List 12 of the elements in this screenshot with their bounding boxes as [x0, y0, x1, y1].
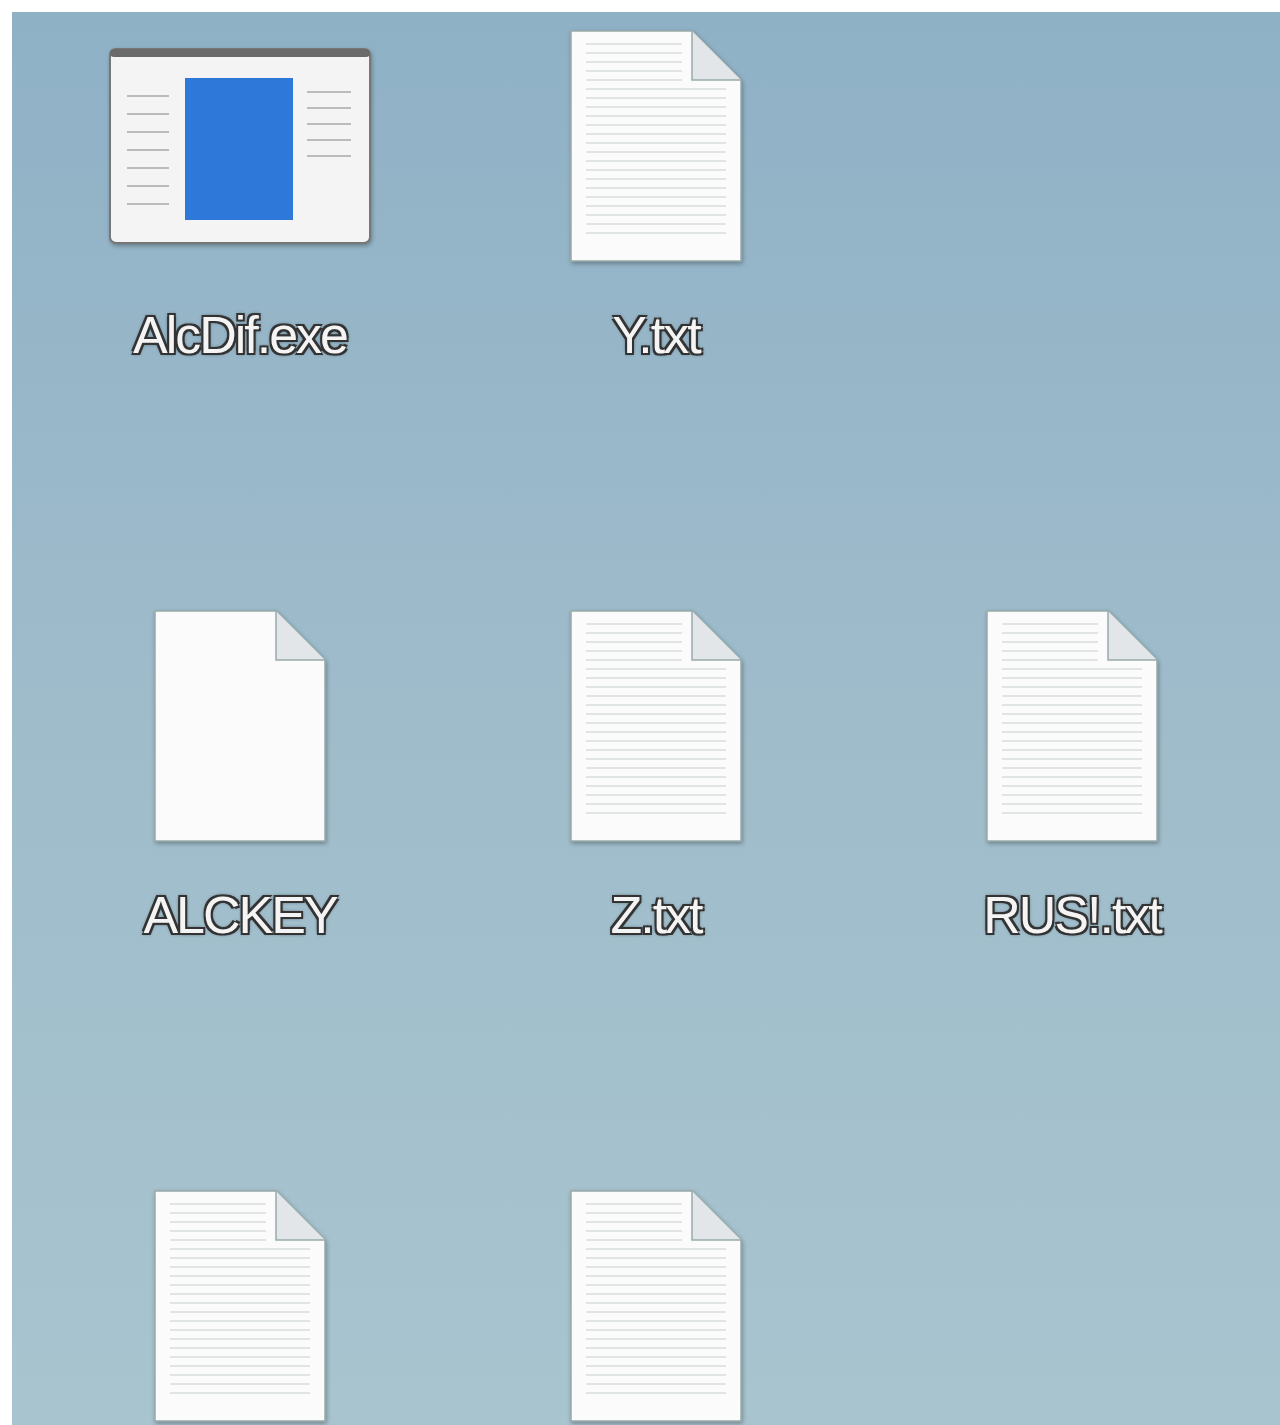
- text-document-icon[interactable]: [570, 1190, 742, 1422]
- text-document-icon[interactable]: [570, 30, 742, 262]
- text-document-icon[interactable]: [154, 1190, 326, 1422]
- icon-label[interactable]: Y.txt: [612, 304, 700, 366]
- text-document-icon[interactable]: [986, 610, 1158, 842]
- icon-label[interactable]: AlcDif.exe: [132, 304, 348, 366]
- icon-label[interactable]: Z.txt: [610, 884, 702, 946]
- blank-document-icon[interactable]: [154, 610, 326, 842]
- application-window-icon[interactable]: [109, 48, 371, 244]
- text-document-icon[interactable]: [570, 610, 742, 842]
- icon-label[interactable]: RUS!.txt: [983, 884, 1161, 946]
- icon-label[interactable]: ALCKEY: [143, 884, 337, 946]
